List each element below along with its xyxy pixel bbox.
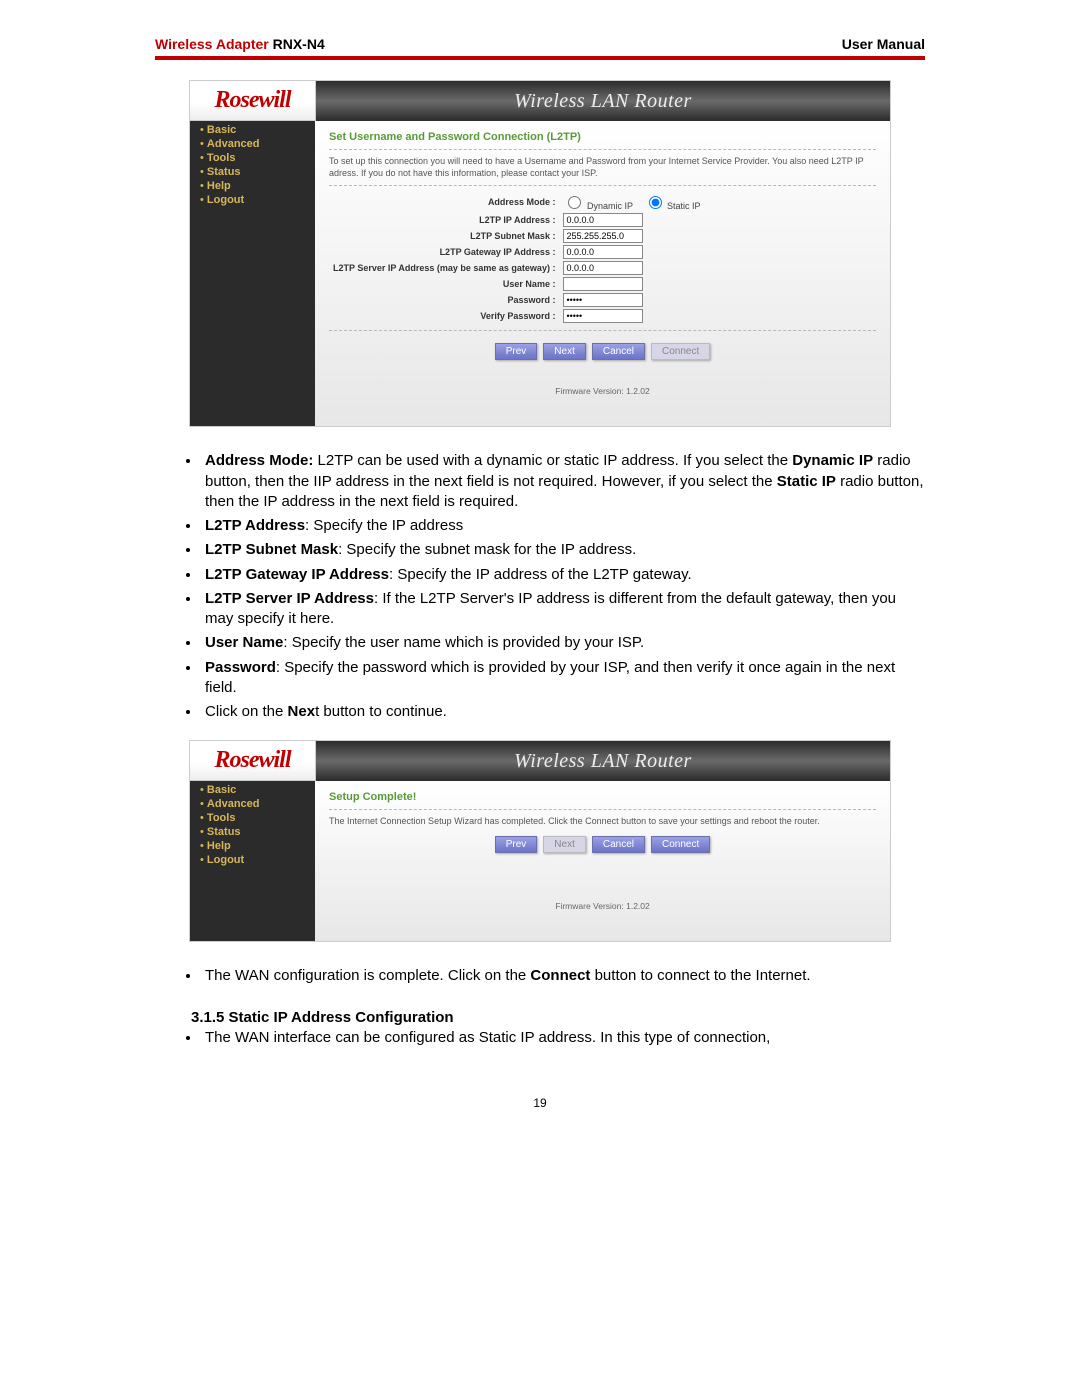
label-subnet: L2TP Subnet Mask : <box>329 228 559 244</box>
bullet-address-mode: Address Mode: L2TP can be used with a dy… <box>201 451 925 512</box>
bullet-password: Password: Specify the password which is … <box>201 658 925 699</box>
bullet-username: User Name: Specify the user name which i… <box>201 633 925 653</box>
nav-item-logout[interactable]: Logout <box>190 193 315 207</box>
separator <box>329 809 876 810</box>
label-server: L2TP Server IP Address (may be same as g… <box>329 260 559 276</box>
input-subnet[interactable] <box>563 229 643 243</box>
document-header: Wireless Adapter RNX-N4 User Manual <box>155 30 925 56</box>
separator <box>329 330 876 331</box>
sidebar-nav: Basic Advanced Tools Status Help Logout <box>190 121 315 426</box>
input-verify-password[interactable] <box>563 309 643 323</box>
section-heading-static-ip: 3.1.5 Static IP Address Configuration <box>191 1009 925 1026</box>
bullet-l2tp-server: L2TP Server IP Address: If the L2TP Serv… <box>201 589 925 630</box>
section-description: The Internet Connection Setup Wizard has… <box>329 816 876 828</box>
firmware-version: Firmware Version: 1.2.02 <box>329 901 876 911</box>
header-user-manual: User Manual <box>842 36 925 52</box>
separator <box>329 185 876 186</box>
cancel-button[interactable]: Cancel <box>592 836 645 853</box>
nav-item-advanced[interactable]: Advanced <box>190 797 315 811</box>
radio-static-ip[interactable] <box>649 196 662 209</box>
label-l2tp-ip: L2TP IP Address : <box>329 212 559 228</box>
section-title: Setup Complete! <box>329 791 876 803</box>
input-password[interactable] <box>563 293 643 307</box>
doc-bullets-2: The WAN configuration is complete. Click… <box>155 966 925 986</box>
bullet-wan-complete: The WAN configuration is complete. Click… <box>201 966 925 986</box>
bullet-click-next: Click on the Next button to continue. <box>201 702 925 722</box>
input-username[interactable] <box>563 277 643 291</box>
bullet-l2tp-subnet: L2TP Subnet Mask: Specify the subnet mas… <box>201 540 925 560</box>
radio-dynamic-ip[interactable] <box>568 196 581 209</box>
input-server[interactable] <box>563 261 643 275</box>
label-username: User Name : <box>329 276 559 292</box>
nav-item-advanced[interactable]: Advanced <box>190 137 315 151</box>
prev-button[interactable]: Prev <box>495 343 538 360</box>
sidebar-nav: Basic Advanced Tools Status Help Logout <box>190 781 315 941</box>
separator <box>329 149 876 150</box>
connect-button[interactable]: Connect <box>651 836 710 853</box>
header-divider <box>155 56 925 60</box>
cancel-button[interactable]: Cancel <box>592 343 645 360</box>
router-title: Wireless LAN Router <box>316 81 890 121</box>
router-screenshot-l2tp: Rosewill Wireless LAN Router Basic Advan… <box>189 80 891 427</box>
section-description: To set up this connection you will need … <box>329 156 876 179</box>
nav-item-tools[interactable]: Tools <box>190 811 315 825</box>
router-title: Wireless LAN Router <box>316 741 890 781</box>
nav-item-logout[interactable]: Logout <box>190 853 315 867</box>
brand-logo: Rosewill <box>190 741 316 781</box>
firmware-version: Firmware Version: 1.2.02 <box>329 386 876 396</box>
doc-bullets-1: Address Mode: L2TP can be used with a dy… <box>155 451 925 722</box>
page-number: 19 <box>155 1096 925 1110</box>
doc-bullets-3: The WAN interface can be configured as S… <box>155 1028 925 1048</box>
bullet-l2tp-gateway: L2TP Gateway IP Address: Specify the IP … <box>201 565 925 585</box>
label-address-mode: Address Mode : <box>329 192 559 212</box>
label-password: Password : <box>329 292 559 308</box>
next-button[interactable]: Next <box>543 343 586 360</box>
input-l2tp-ip[interactable] <box>563 213 643 227</box>
label-verify-password: Verify Password : <box>329 308 559 324</box>
label-gateway: L2TP Gateway IP Address : <box>329 244 559 260</box>
header-product-name: Wireless Adapter <box>155 36 269 52</box>
input-gateway[interactable] <box>563 245 643 259</box>
router-screenshot-complete: Rosewill Wireless LAN Router Basic Advan… <box>189 740 891 942</box>
nav-item-status[interactable]: Status <box>190 165 315 179</box>
section-title: Set Username and Password Connection (L2… <box>329 131 876 143</box>
nav-item-help[interactable]: Help <box>190 839 315 853</box>
next-button: Next <box>543 836 586 853</box>
nav-item-basic[interactable]: Basic <box>190 783 315 797</box>
nav-item-tools[interactable]: Tools <box>190 151 315 165</box>
connect-button: Connect <box>651 343 710 360</box>
l2tp-form: Address Mode : Dynamic IP Static IP L2TP… <box>329 192 713 324</box>
brand-logo: Rosewill <box>190 81 316 121</box>
header-model: RNX-N4 <box>269 36 325 52</box>
bullet-static-ip-intro: The WAN interface can be configured as S… <box>201 1028 925 1048</box>
nav-item-basic[interactable]: Basic <box>190 123 315 137</box>
prev-button[interactable]: Prev <box>495 836 538 853</box>
bullet-l2tp-address: L2TP Address: Specify the IP address <box>201 516 925 536</box>
nav-item-help[interactable]: Help <box>190 179 315 193</box>
nav-item-status[interactable]: Status <box>190 825 315 839</box>
